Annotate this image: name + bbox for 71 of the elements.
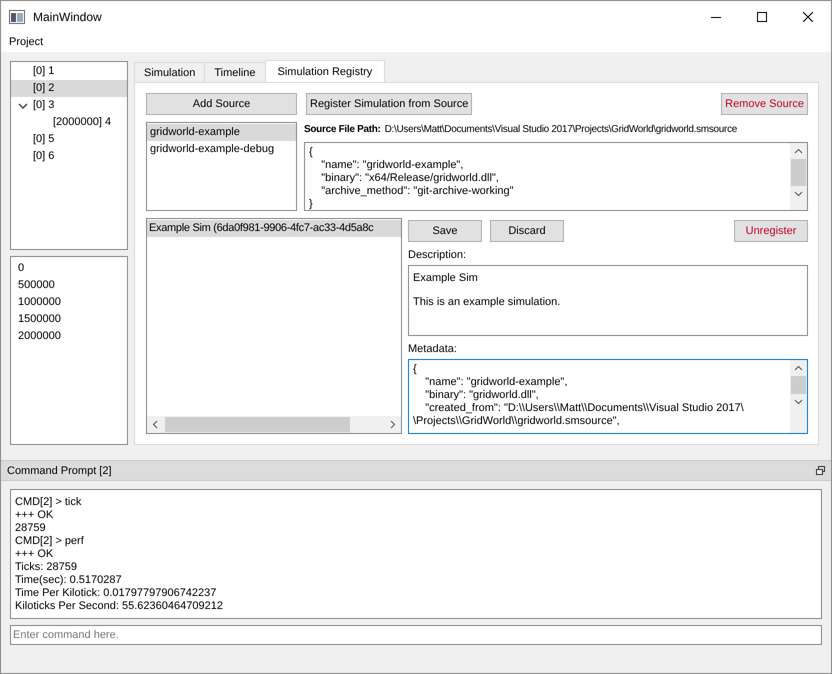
scroll-thumb[interactable] [165,417,350,432]
source-json-field[interactable]: { "name": "gridworld-example", "binary": "x64/Release/gridworld.dll", "archive_method": "git-archive-working" } [304,142,808,211]
code-line: "name": "gridworld-example", [320,159,464,172]
output-line: +++ OK [15,548,54,561]
output-line: CMD[2] > perf [15,535,85,548]
output-line: Time Per Kilotick: 0.01797797906742237 [15,587,218,600]
tree-item[interactable]: [0] 5 [11,131,127,148]
tab[interactable]: Simulation Registry [264,60,386,82]
scroll-up-icon[interactable] [794,148,803,154]
code-line: { [309,146,314,159]
tree-item[interactable]: [0] 1 [11,63,127,80]
description-text: This is an example simulation. [413,296,562,309]
output-line: Time(sec): 0.5170287 [15,574,123,587]
action-button[interactable]: Save [408,220,482,242]
window-title: MainWindow [33,10,102,24]
horizontal-scrollbar[interactable] [147,416,401,433]
float-icon[interactable] [816,466,825,475]
list-item[interactable]: 1500000 [15,311,127,328]
expand-caret-icon[interactable] [18,102,28,110]
toolbar-button[interactable]: Add Source [146,93,297,115]
scroll-thumb[interactable] [791,376,806,394]
list-item[interactable]: 0 [15,260,127,277]
code-line: } [309,198,314,210]
tree-item[interactable]: [0] 3 [11,97,127,114]
scroll-left-icon[interactable] [152,420,158,429]
app-icon [9,10,25,24]
scroll-right-icon[interactable] [390,420,396,429]
code-line: { [413,363,418,376]
metadata-field[interactable]: { "name": "gridworld-example", "binary": "gridworld.dll", "created_from": "D:\\Users\\Matt\\Documents\\Visual Studio 2017\ \Projects\\GridWorld\\gridworld.smsource", [408,359,808,434]
close-icon [803,12,813,22]
code-line: "binary": "gridworld.dll", [424,389,540,402]
description-label: Description: [408,249,468,261]
code-line: "created_from": "D:\\Users\\Matt\\Documents\\Visual Studio 2017\ [424,402,745,415]
tree-item[interactable]: [2000000] 4 [11,114,127,131]
maximize-icon [757,12,767,22]
vertical-scrollbar[interactable] [790,143,807,210]
vertical-scrollbar[interactable] [790,360,807,433]
list-item[interactable]: 2000000 [15,328,127,345]
toolbar-button[interactable]: Remove Source [721,93,808,115]
code-line: "name": "gridworld-example", [424,376,568,389]
scroll-down-icon[interactable] [794,399,803,405]
metadata-label: Metadata: [408,343,458,355]
toolbar-button[interactable]: Register Simulation from Source [306,93,472,115]
tab[interactable]: Simulation [134,62,206,82]
output-line: 28759 [15,522,47,535]
action-button[interactable]: Discard [490,220,564,242]
tree-item[interactable]: [0] 6 [11,148,127,165]
list-item[interactable]: 500000 [15,277,127,294]
description-field[interactable]: Example Sim This is an example simulation. [408,265,808,336]
description-text: Example Sim [413,272,479,285]
menu-item[interactable]: Project [1,36,52,48]
scroll-down-icon[interactable] [794,191,803,197]
command-input[interactable]: Enter command here. [10,625,822,645]
output-line: Kiloticks Per Second: 55.62360464709212 [15,600,224,613]
dock-title: Command Prompt [2] [7,464,112,476]
list-item[interactable]: gridworld-example-debug [147,141,296,158]
code-line: "binary": "x64/Release/gridworld.dll", [320,172,500,185]
output-line: +++ OK [15,509,54,522]
list-item[interactable]: Example Sim (6da0f981-9906-4fc7-ac33-4d5a8c [147,220,401,237]
list-item[interactable]: gridworld-example [147,124,296,141]
output-line: Ticks: 28759 [15,561,78,574]
scroll-thumb[interactable] [791,159,806,186]
source-path-label: Source File Path: [304,124,381,135]
action-button[interactable]: Unregister [734,220,808,242]
code-line: \Projects\\GridWorld\\gridworld.smsource", [413,415,621,428]
scroll-up-icon[interactable] [794,365,803,371]
output-line: CMD[2] > tick [15,496,82,509]
tree-item[interactable]: [0] 2 [11,80,127,97]
list-item[interactable]: 1000000 [15,294,127,311]
code-line: "archive_method": "git-archive-working" [320,185,515,198]
source-path: D:\Users\Matt\Documents\Visual Studio 2017\Projects\GridWorld\gridworld.smsource [384,124,738,135]
